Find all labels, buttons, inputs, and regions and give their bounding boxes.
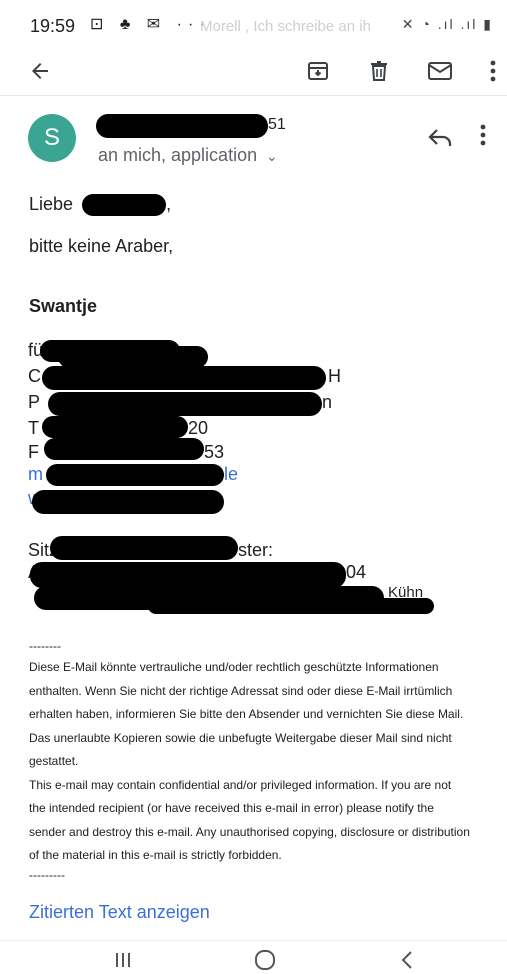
- redaction-bar: [32, 490, 224, 514]
- sig-peek-14: ster:: [238, 540, 274, 560]
- redaction-bar: [46, 464, 224, 486]
- sig-peek-11[interactable]: le: [224, 464, 238, 485]
- notification-icons: ⊡ ♣ ✉ ···: [90, 16, 211, 33]
- disclaimer-separator-bottom: ---------: [29, 867, 65, 882]
- disclaimer-de-line: erhalten haben, informieren Sie bitte de…: [29, 707, 464, 721]
- sig-peek-5: n: [322, 392, 333, 412]
- trash-icon[interactable]: [364, 56, 394, 86]
- body-line: bitte keine Araber,: [29, 236, 174, 256]
- disclaimer-de-line: Das unerlaubte Kopieren sowie die unbefu…: [29, 730, 452, 745]
- toolbar-divider: [0, 95, 507, 96]
- message-more-icon[interactable]: [480, 124, 500, 150]
- mail-icon[interactable]: [425, 56, 455, 86]
- recent-apps-icon[interactable]: [108, 949, 138, 971]
- sig-peek-7: 20: [188, 418, 209, 438]
- show-quoted-text-link[interactable]: Zitierten Text anzeigen: [29, 902, 210, 923]
- redaction-bar: [42, 366, 326, 390]
- signature-redacted-block: fü C H P n T 20 F 53 m le ww Sitz: ster:…: [28, 340, 478, 620]
- sig-peek-16: 04: [346, 562, 367, 582]
- disclaimer-en-line: This e-mail may contain confidential and…: [29, 777, 452, 792]
- sig-peek-6: T: [28, 418, 39, 438]
- greeting-text: Liebe: [29, 194, 74, 214]
- disclaimer-de-line: Diese E-Mail könnte vertrauliche und/ode…: [29, 660, 439, 674]
- disclaimer-en-line: the intended recipient (or have received…: [29, 801, 434, 815]
- sig-peek-9: 53: [204, 442, 225, 462]
- legal-disclaimer: -------- Diese E-Mail könnte vertraulich…: [29, 640, 499, 882]
- system-status-icons: ✕ ◔ .ıl .ıl ▮: [401, 16, 493, 32]
- greeting-line: Liebe ,: [29, 194, 171, 217]
- home-icon[interactable]: [250, 949, 280, 971]
- sender-name-redacted: [96, 114, 276, 138]
- sig-peek-2: C: [28, 366, 41, 386]
- disclaimer-en-line: of the material in this e-mail is strict…: [29, 848, 282, 862]
- disclaimer-de-line: enthalten. Wenn Sie nicht der richtige A…: [29, 683, 453, 698]
- back-arrow-icon[interactable]: [25, 56, 55, 86]
- signature-name: Swantje: [29, 296, 98, 316]
- redaction-bar: [58, 346, 208, 368]
- status-time: 19:59: [30, 16, 76, 36]
- redaction-bar: [48, 392, 322, 416]
- archive-icon[interactable]: [303, 56, 333, 86]
- system-nav-bar: [0, 940, 507, 974]
- disclaimer-en-line: sender and destroy this e-mail. Any unau…: [29, 824, 470, 839]
- chevron-down-icon: ⌄: [262, 148, 278, 164]
- redaction-bar: [42, 416, 188, 438]
- redaction-bar: [30, 562, 346, 588]
- nav-back-icon[interactable]: [392, 949, 422, 971]
- sig-peek-8: F: [28, 442, 39, 462]
- sender-avatar[interactable]: S: [28, 114, 76, 162]
- sender-name-tail: 51: [268, 116, 286, 133]
- greeting-name-redacted: [82, 194, 167, 217]
- redaction-bar: [148, 598, 434, 614]
- sig-peek-4: P: [28, 392, 41, 412]
- sig-peek-10[interactable]: m: [28, 464, 43, 485]
- sig-peek-3: H: [328, 366, 341, 386]
- ghost-notification-text: Morell , Ich schreibe an ih: [200, 18, 371, 35]
- email-toolbar: [0, 48, 507, 94]
- redaction-bar: [50, 536, 238, 560]
- recipients-label: an mich, application: [98, 145, 258, 165]
- redaction-bar: [44, 438, 204, 460]
- disclaimer-separator-top: --------: [29, 639, 61, 653]
- more-vert-icon[interactable]: [478, 56, 507, 86]
- reply-icon[interactable]: [426, 124, 454, 150]
- recipients-toggle[interactable]: an mich, application ⌄: [98, 145, 278, 166]
- disclaimer-de-line: gestattet.: [29, 754, 79, 768]
- status-bar: 19:59 ⊡ ♣ ✉ ··· Morell , Ich schreibe an…: [0, 0, 507, 48]
